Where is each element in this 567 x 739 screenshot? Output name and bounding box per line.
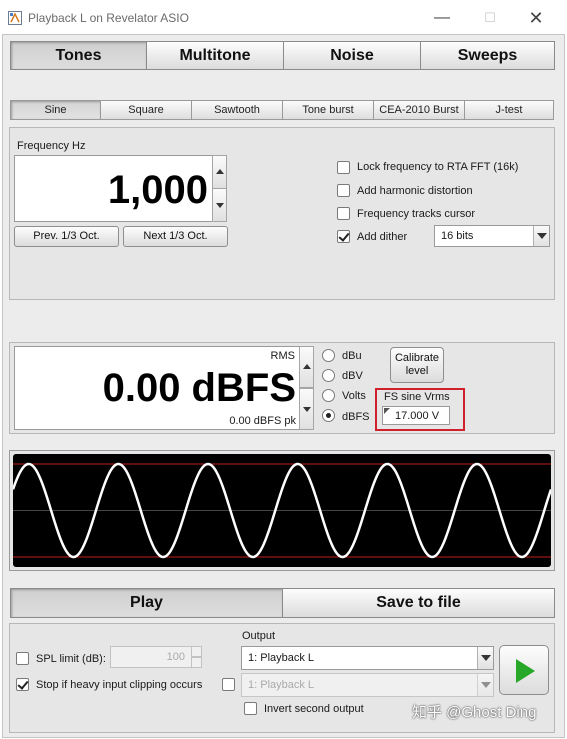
- play-button[interactable]: [499, 645, 549, 695]
- window-title: Playback L on Revelator ASIO: [28, 11, 189, 25]
- arrow-down-icon: [216, 203, 224, 208]
- minimize-button[interactable]: —: [420, 6, 464, 30]
- next-third-octave-button[interactable]: Next 1/3 Oct.: [123, 226, 228, 247]
- invert-second-output-label: Invert second output: [264, 703, 364, 715]
- add-dither-label: Add dither: [357, 231, 408, 243]
- calibrate-level-button[interactable]: Calibrate level: [390, 347, 444, 383]
- edit-corner-icon: [384, 408, 390, 414]
- frequency-label: Frequency Hz: [17, 140, 86, 152]
- app-icon: [8, 11, 22, 25]
- level-value[interactable]: 0.00 dBFS: [20, 364, 296, 412]
- add-dither-checkbox[interactable]: [337, 230, 350, 243]
- chevron-down-icon: [481, 655, 491, 661]
- lock-rta-checkbox[interactable]: [337, 161, 350, 174]
- dither-bits-value: 16 bits: [441, 230, 474, 242]
- second-output-dropdown-button[interactable]: [477, 674, 493, 696]
- subtab-cea-2010-burst[interactable]: CEA-2010 Burst: [373, 100, 465, 120]
- frequency-value[interactable]: 1,000: [20, 162, 208, 218]
- subtab-sine[interactable]: Sine: [10, 100, 101, 120]
- subtab-sawtooth[interactable]: Sawtooth: [191, 100, 283, 120]
- close-button[interactable]: ✕: [514, 6, 558, 30]
- stop-clipping-checkbox[interactable]: [16, 678, 29, 691]
- harmonic-distortion-checkbox[interactable]: [337, 184, 350, 197]
- play-tab[interactable]: Play: [10, 588, 283, 618]
- arrow-up-icon: [216, 169, 224, 174]
- chevron-down-icon: [537, 233, 547, 239]
- tab-multitone[interactable]: Multitone: [146, 41, 284, 70]
- spl-down-button[interactable]: [191, 657, 202, 668]
- tracks-cursor-checkbox[interactable]: [337, 207, 350, 220]
- frequency-up-button[interactable]: [212, 155, 227, 189]
- stop-clipping-label: Stop if heavy input clipping occurs: [36, 679, 203, 691]
- fs-sine-input[interactable]: 17.000 V: [382, 406, 450, 425]
- second-output-value: 1: Playback L: [248, 679, 315, 691]
- chevron-down-icon: [481, 682, 491, 688]
- arrow-down-icon: [303, 407, 311, 412]
- unit-dbu-label: dBu: [342, 350, 362, 362]
- maximize-button[interactable]: ☐: [468, 6, 512, 30]
- output-select[interactable]: 1: Playback L: [241, 646, 494, 670]
- level-down-button[interactable]: [299, 388, 314, 430]
- harmonic-distortion-label: Add harmonic distortion: [357, 185, 473, 197]
- unit-volts-radio[interactable]: [322, 389, 335, 402]
- unit-dbv-label: dBV: [342, 370, 363, 382]
- unit-volts-label: Volts: [342, 390, 366, 402]
- fs-sine-label: FS sine Vrms: [384, 391, 450, 403]
- spl-limit-input[interactable]: 100: [110, 646, 192, 668]
- subtab-j-test[interactable]: J-test: [464, 100, 554, 120]
- second-output-select[interactable]: 1: Playback L: [241, 673, 494, 697]
- arrow-up-icon: [303, 364, 311, 369]
- save-to-file-tab[interactable]: Save to file: [282, 588, 555, 618]
- lock-rta-label: Lock frequency to RTA FFT (16k): [357, 161, 519, 173]
- fs-sine-value: 17.000 V: [395, 410, 440, 422]
- unit-dbfs-radio[interactable]: [322, 409, 335, 422]
- unit-dbv-radio[interactable]: [322, 369, 335, 382]
- calibrate-label-line2: level: [405, 365, 429, 377]
- spl-limit-label: SPL limit (dB):: [36, 653, 106, 665]
- level-up-button[interactable]: [299, 346, 314, 388]
- tab-noise[interactable]: Noise: [283, 41, 421, 70]
- spl-limit-checkbox[interactable]: [16, 652, 29, 665]
- unit-dbfs-label: dBFS: [342, 411, 370, 423]
- dither-dropdown-button[interactable]: [533, 226, 549, 246]
- watermark: 知乎 @Ghost Ding: [412, 704, 537, 721]
- spl-limit-value: 100: [166, 651, 185, 663]
- dither-bits-select[interactable]: 16 bits: [434, 225, 550, 247]
- output-value: 1: Playback L: [248, 652, 315, 664]
- second-output-checkbox[interactable]: [222, 678, 235, 691]
- peak-readout: 0.00 dBFS pk: [229, 415, 296, 427]
- rms-label: RMS: [270, 350, 295, 362]
- subtab-square[interactable]: Square: [100, 100, 192, 120]
- play-icon: [516, 659, 535, 683]
- prev-third-octave-button[interactable]: Prev. 1/3 Oct.: [14, 226, 119, 247]
- frequency-down-button[interactable]: [212, 188, 227, 222]
- waveform-preview: [13, 454, 551, 567]
- spl-up-button[interactable]: [191, 646, 202, 657]
- tracks-cursor-label: Frequency tracks cursor: [357, 208, 475, 220]
- tab-sweeps[interactable]: Sweeps: [420, 41, 555, 70]
- output-label: Output: [242, 630, 276, 642]
- output-dropdown-button[interactable]: [477, 647, 493, 669]
- unit-dbu-radio[interactable]: [322, 349, 335, 362]
- invert-second-output-checkbox[interactable]: [244, 702, 257, 715]
- calibrate-label-line1: Calibrate: [394, 352, 440, 364]
- subtab-tone-burst[interactable]: Tone burst: [282, 100, 374, 120]
- tab-tones[interactable]: Tones: [10, 41, 147, 70]
